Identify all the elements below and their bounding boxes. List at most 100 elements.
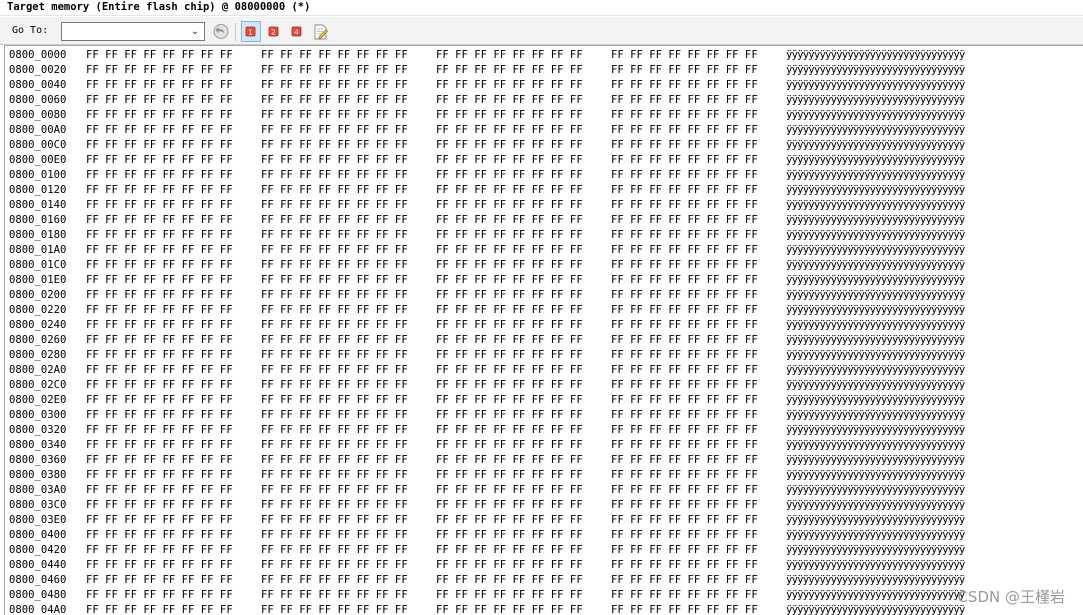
hex-bytes-group[interactable]: FF FF FF FF FF FF FF FF [261, 498, 408, 513]
ascii-column[interactable]: ÿÿÿÿÿÿÿÿÿÿÿÿÿÿÿÿÿÿÿÿÿÿÿÿÿÿÿÿÿÿÿÿ [786, 198, 965, 213]
hex-bytes-group[interactable]: FF FF FF FF FF FF FF FF [611, 378, 758, 393]
hex-bytes-group[interactable]: FF FF FF FF FF FF FF FF [86, 453, 233, 468]
hex-bytes-group[interactable]: FF FF FF FF FF FF FF FF [611, 168, 758, 183]
hex-bytes-group[interactable]: FF FF FF FF FF FF FF FF [611, 243, 758, 258]
hex-bytes-group[interactable]: FF FF FF FF FF FF FF FF [611, 108, 758, 123]
ascii-column[interactable]: ÿÿÿÿÿÿÿÿÿÿÿÿÿÿÿÿÿÿÿÿÿÿÿÿÿÿÿÿÿÿÿÿ [786, 558, 965, 573]
hex-bytes-group[interactable]: FF FF FF FF FF FF FF FF [261, 543, 408, 558]
memory-row[interactable]: 0800_0000 FF FF FF FF FF FF FF FF FF FF FF… [5, 48, 1080, 63]
hex-bytes-group[interactable]: FF FF FF FF FF FF FF FF [436, 438, 583, 453]
hex-bytes-group[interactable]: FF FF FF FF FF FF FF FF [261, 123, 408, 138]
ascii-column[interactable]: ÿÿÿÿÿÿÿÿÿÿÿÿÿÿÿÿÿÿÿÿÿÿÿÿÿÿÿÿÿÿÿÿ [786, 528, 965, 543]
hex-bytes-group[interactable]: FF FF FF FF FF FF FF FF [611, 93, 758, 108]
ascii-column[interactable]: ÿÿÿÿÿÿÿÿÿÿÿÿÿÿÿÿÿÿÿÿÿÿÿÿÿÿÿÿÿÿÿÿ [786, 48, 965, 63]
memory-row[interactable]: 0800_0280 FF FF FF FF FF FF FF FF FF FF FF… [5, 348, 1080, 363]
hex-bytes-group[interactable]: FF FF FF FF FF FF FF FF [86, 108, 233, 123]
hex-bytes-group[interactable]: FF FF FF FF FF FF FF FF [436, 93, 583, 108]
hex-bytes-group[interactable]: FF FF FF FF FF FF FF FF [86, 498, 233, 513]
hex-bytes-group[interactable]: FF FF FF FF FF FF FF FF [611, 573, 758, 588]
hex-bytes-group[interactable]: FF FF FF FF FF FF FF FF [611, 603, 758, 615]
hex-bytes-group[interactable]: FF FF FF FF FF FF FF FF [436, 558, 583, 573]
ascii-column[interactable]: ÿÿÿÿÿÿÿÿÿÿÿÿÿÿÿÿÿÿÿÿÿÿÿÿÿÿÿÿÿÿÿÿ [786, 78, 965, 93]
memory-row[interactable]: 0800_0400 FF FF FF FF FF FF FF FF FF FF FF… [5, 528, 1080, 543]
hex-bytes-group[interactable]: FF FF FF FF FF FF FF FF [436, 378, 583, 393]
hex-bytes-group[interactable]: FF FF FF FF FF FF FF FF [436, 138, 583, 153]
hex-bytes-group[interactable]: FF FF FF FF FF FF FF FF [86, 483, 233, 498]
hex-bytes-group[interactable]: FF FF FF FF FF FF FF FF [436, 228, 583, 243]
ascii-column[interactable]: ÿÿÿÿÿÿÿÿÿÿÿÿÿÿÿÿÿÿÿÿÿÿÿÿÿÿÿÿÿÿÿÿ [786, 453, 965, 468]
hex-bytes-group[interactable]: FF FF FF FF FF FF FF FF [611, 123, 758, 138]
hex-bytes-group[interactable]: FF FF FF FF FF FF FF FF [261, 213, 408, 228]
ascii-column[interactable]: ÿÿÿÿÿÿÿÿÿÿÿÿÿÿÿÿÿÿÿÿÿÿÿÿÿÿÿÿÿÿÿÿ [786, 288, 965, 303]
ascii-column[interactable]: ÿÿÿÿÿÿÿÿÿÿÿÿÿÿÿÿÿÿÿÿÿÿÿÿÿÿÿÿÿÿÿÿ [786, 273, 965, 288]
hex-bytes-group[interactable]: FF FF FF FF FF FF FF FF [86, 93, 233, 108]
hex-bytes-group[interactable]: FF FF FF FF FF FF FF FF [436, 603, 583, 615]
memory-row[interactable]: 0800_0380 FF FF FF FF FF FF FF FF FF FF FF… [5, 468, 1080, 483]
memory-row[interactable]: 0800_03A0 FF FF FF FF FF FF FF FF FF FF FF… [5, 483, 1080, 498]
ascii-column[interactable]: ÿÿÿÿÿÿÿÿÿÿÿÿÿÿÿÿÿÿÿÿÿÿÿÿÿÿÿÿÿÿÿÿ [786, 93, 965, 108]
hex-bytes-group[interactable]: FF FF FF FF FF FF FF FF [261, 453, 408, 468]
hex-bytes-group[interactable]: FF FF FF FF FF FF FF FF [261, 318, 408, 333]
hex-bytes-group[interactable]: FF FF FF FF FF FF FF FF [261, 258, 408, 273]
memory-row[interactable]: 0800_02E0 FF FF FF FF FF FF FF FF FF FF FF… [5, 393, 1080, 408]
hex-bytes-group[interactable]: FF FF FF FF FF FF FF FF [611, 468, 758, 483]
ascii-column[interactable]: ÿÿÿÿÿÿÿÿÿÿÿÿÿÿÿÿÿÿÿÿÿÿÿÿÿÿÿÿÿÿÿÿ [786, 603, 965, 615]
hex-bytes-group[interactable]: FF FF FF FF FF FF FF FF [436, 153, 583, 168]
hex-bytes-group[interactable]: FF FF FF FF FF FF FF FF [261, 288, 408, 303]
hex-bytes-group[interactable]: FF FF FF FF FF FF FF FF [436, 108, 583, 123]
ascii-column[interactable]: ÿÿÿÿÿÿÿÿÿÿÿÿÿÿÿÿÿÿÿÿÿÿÿÿÿÿÿÿÿÿÿÿ [786, 258, 965, 273]
hex-bytes-group[interactable]: FF FF FF FF FF FF FF FF [86, 588, 233, 603]
hex-bytes-group[interactable]: FF FF FF FF FF FF FF FF [86, 603, 233, 615]
ascii-column[interactable]: ÿÿÿÿÿÿÿÿÿÿÿÿÿÿÿÿÿÿÿÿÿÿÿÿÿÿÿÿÿÿÿÿ [786, 168, 965, 183]
hex-bytes-group[interactable]: FF FF FF FF FF FF FF FF [436, 453, 583, 468]
hex-bytes-group[interactable]: FF FF FF FF FF FF FF FF [611, 48, 758, 63]
hex-bytes-group[interactable]: FF FF FF FF FF FF FF FF [261, 303, 408, 318]
memory-row[interactable]: 0800_0160 FF FF FF FF FF FF FF FF FF FF FF… [5, 213, 1080, 228]
memory-row[interactable]: 0800_0460 FF FF FF FF FF FF FF FF FF FF FF… [5, 573, 1080, 588]
memory-row[interactable]: 0800_00A0 FF FF FF FF FF FF FF FF FF FF FF… [5, 123, 1080, 138]
hex-bytes-group[interactable]: FF FF FF FF FF FF FF FF [436, 483, 583, 498]
memory-row[interactable]: 0800_0260 FF FF FF FF FF FF FF FF FF FF FF… [5, 333, 1080, 348]
hex-bytes-group[interactable]: FF FF FF FF FF FF FF FF [261, 393, 408, 408]
hex-bytes-group[interactable]: FF FF FF FF FF FF FF FF [611, 78, 758, 93]
memory-row[interactable]: 0800_0360 FF FF FF FF FF FF FF FF FF FF FF… [5, 453, 1080, 468]
ascii-column[interactable]: ÿÿÿÿÿÿÿÿÿÿÿÿÿÿÿÿÿÿÿÿÿÿÿÿÿÿÿÿÿÿÿÿ [786, 483, 965, 498]
hex-bytes-group[interactable]: FF FF FF FF FF FF FF FF [86, 168, 233, 183]
hex-bytes-group[interactable]: FF FF FF FF FF FF FF FF [261, 78, 408, 93]
hex-bytes-group[interactable]: FF FF FF FF FF FF FF FF [436, 48, 583, 63]
hex-bytes-group[interactable]: FF FF FF FF FF FF FF FF [436, 123, 583, 138]
hex-bytes-group[interactable]: FF FF FF FF FF FF FF FF [611, 588, 758, 603]
hex-bytes-group[interactable]: FF FF FF FF FF FF FF FF [261, 198, 408, 213]
memory-row[interactable]: 0800_0120 FF FF FF FF FF FF FF FF FF FF FF… [5, 183, 1080, 198]
hex-bytes-group[interactable]: FF FF FF FF FF FF FF FF [611, 213, 758, 228]
hex-bytes-group[interactable]: FF FF FF FF FF FF FF FF [436, 258, 583, 273]
memory-row[interactable]: 0800_0320 FF FF FF FF FF FF FF FF FF FF FF… [5, 423, 1080, 438]
hex-bytes-group[interactable]: FF FF FF FF FF FF FF FF [86, 288, 233, 303]
hex-bytes-group[interactable]: FF FF FF FF FF FF FF FF [86, 408, 233, 423]
ascii-column[interactable]: ÿÿÿÿÿÿÿÿÿÿÿÿÿÿÿÿÿÿÿÿÿÿÿÿÿÿÿÿÿÿÿÿ [786, 588, 965, 603]
hex-bytes-group[interactable]: FF FF FF FF FF FF FF FF [86, 303, 233, 318]
hex-bytes-group[interactable]: FF FF FF FF FF FF FF FF [86, 48, 233, 63]
hex-bytes-group[interactable]: FF FF FF FF FF FF FF FF [611, 153, 758, 168]
hex-bytes-group[interactable]: FF FF FF FF FF FF FF FF [261, 513, 408, 528]
hex-bytes-group[interactable]: FF FF FF FF FF FF FF FF [436, 423, 583, 438]
memory-row[interactable]: 0800_0420 FF FF FF FF FF FF FF FF FF FF FF… [5, 543, 1080, 558]
goto-address-combobox[interactable]: ⌄ [61, 22, 205, 41]
memory-row[interactable]: 0800_00E0 FF FF FF FF FF FF FF FF FF FF FF… [5, 153, 1080, 168]
hex-bytes-group[interactable]: FF FF FF FF FF FF FF FF [611, 348, 758, 363]
hex-bytes-group[interactable]: FF FF FF FF FF FF FF FF [436, 393, 583, 408]
hex-bytes-group[interactable]: FF FF FF FF FF FF FF FF [86, 273, 233, 288]
hex-bytes-group[interactable]: FF FF FF FF FF FF FF FF [86, 543, 233, 558]
hex-bytes-group[interactable]: FF FF FF FF FF FF FF FF [436, 198, 583, 213]
hex-bytes-group[interactable]: FF FF FF FF FF FF FF FF [611, 483, 758, 498]
hex-bytes-group[interactable]: FF FF FF FF FF FF FF FF [86, 348, 233, 363]
memory-row[interactable]: 0800_0140 FF FF FF FF FF FF FF FF FF FF FF… [5, 198, 1080, 213]
view-2-byte-button[interactable]: 2 [263, 21, 283, 42]
hex-bytes-group[interactable]: FF FF FF FF FF FF FF FF [611, 303, 758, 318]
hex-bytes-group[interactable]: FF FF FF FF FF FF FF FF [611, 288, 758, 303]
hex-bytes-group[interactable]: FF FF FF FF FF FF FF FF [86, 468, 233, 483]
hex-bytes-group[interactable]: FF FF FF FF FF FF FF FF [261, 438, 408, 453]
hex-bytes-group[interactable]: FF FF FF FF FF FF FF FF [611, 183, 758, 198]
hex-bytes-group[interactable]: FF FF FF FF FF FF FF FF [261, 183, 408, 198]
hex-bytes-group[interactable]: FF FF FF FF FF FF FF FF [436, 273, 583, 288]
